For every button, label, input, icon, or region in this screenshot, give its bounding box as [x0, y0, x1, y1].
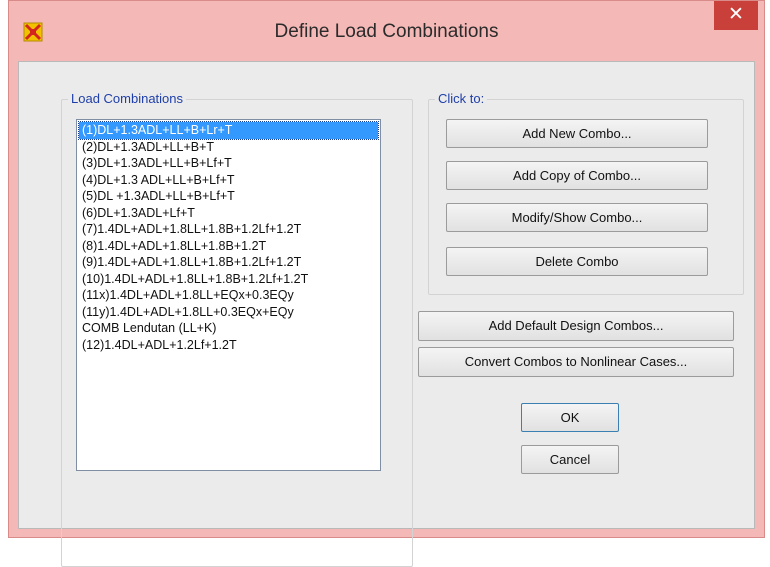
list-item[interactable]: COMB Lendutan (LL+K)	[79, 320, 378, 337]
list-item[interactable]: (10)1.4DL+ADL+1.8LL+1.8B+1.2Lf+1.2T	[79, 271, 378, 288]
list-item[interactable]: (2)DL+1.3ADL+LL+B+T	[79, 139, 378, 156]
dialog-window: Define Load Combinations ✕ Load Combinat…	[8, 0, 765, 567]
list-item[interactable]: (8)1.4DL+ADL+1.8LL+1.8B+1.2T	[79, 238, 378, 255]
list-item[interactable]: (5)DL +1.3ADL+LL+B+Lf+T	[79, 188, 378, 205]
add-default-design-combos-button[interactable]: Add Default Design Combos...	[418, 311, 734, 341]
delete-combo-button[interactable]: Delete Combo	[446, 247, 708, 276]
title-bar[interactable]: Define Load Combinations ✕	[9, 1, 764, 61]
list-item[interactable]: (7)1.4DL+ADL+1.8LL+1.8B+1.2Lf+1.2T	[79, 221, 378, 238]
cancel-button[interactable]: Cancel	[521, 445, 619, 474]
list-item[interactable]: (4)DL+1.3 ADL+LL+B+Lf+T	[79, 172, 378, 189]
add-copy-of-combo-button[interactable]: Add Copy of Combo...	[446, 161, 708, 190]
list-item[interactable]: (12)1.4DL+ADL+1.2Lf+1.2T	[79, 337, 378, 354]
list-item[interactable]: (11x)1.4DL+ADL+1.8LL+EQx+0.3EQy	[79, 287, 378, 304]
load-combinations-list[interactable]: (1)DL+1.3ADL+LL+B+Lr+T (2)DL+1.3ADL+LL+B+…	[76, 119, 381, 471]
list-item[interactable]: (11y)1.4DL+ADL+1.8LL+0.3EQx+EQy	[79, 304, 378, 321]
click-to-legend: Click to:	[435, 91, 488, 106]
list-item[interactable]: (9)1.4DL+ADL+1.8LL+1.8B+1.2Lf+1.2T	[79, 254, 378, 271]
add-new-combo-button[interactable]: Add New Combo...	[446, 119, 708, 148]
convert-combos-button[interactable]: Convert Combos to Nonlinear Cases...	[418, 347, 734, 377]
modify-show-combo-button[interactable]: Modify/Show Combo...	[446, 203, 708, 232]
list-item[interactable]: (1)DL+1.3ADL+LL+B+Lr+T	[78, 121, 379, 140]
list-item[interactable]: (6)DL+1.3ADL+Lf+T	[79, 205, 378, 222]
load-combinations-legend: Load Combinations	[68, 91, 187, 106]
ok-button[interactable]: OK	[521, 403, 619, 432]
list-item[interactable]: (3)DL+1.3ADL+LL+B+Lf+T	[79, 155, 378, 172]
close-button[interactable]: ✕	[714, 1, 758, 30]
window-title: Define Load Combinations	[274, 21, 499, 42]
